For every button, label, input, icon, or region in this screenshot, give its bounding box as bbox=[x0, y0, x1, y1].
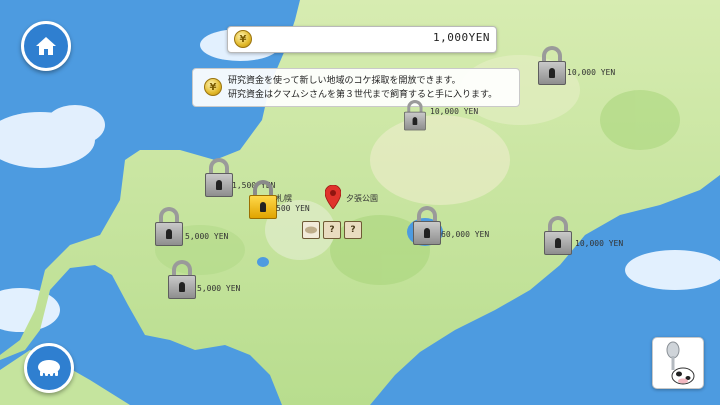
coin-icon: ¥ bbox=[204, 78, 222, 96]
home-button[interactable] bbox=[21, 21, 71, 71]
region-lock-3[interactable] bbox=[205, 158, 233, 198]
cow-spoon-icon bbox=[666, 341, 695, 385]
region-price-5: 5,000 YEN bbox=[185, 232, 229, 241]
region-price-6: 5,000 YEN bbox=[197, 284, 241, 293]
tardigrade-icon bbox=[305, 226, 317, 234]
slot-unknown-2[interactable]: ? bbox=[344, 221, 362, 239]
current-location-label: 夕張公園 bbox=[346, 194, 378, 203]
region-lock-6[interactable] bbox=[168, 260, 196, 300]
tardigrade-button[interactable] bbox=[24, 343, 74, 393]
region-lock-2[interactable] bbox=[404, 100, 426, 131]
region-price-2: 10,000 YEN bbox=[430, 107, 479, 116]
region-price-1: 10,000 YEN bbox=[567, 68, 616, 77]
region-lock-8[interactable] bbox=[544, 216, 572, 256]
slot-collected[interactable] bbox=[302, 221, 320, 239]
region-lock-7[interactable] bbox=[413, 206, 441, 246]
region-lock-4[interactable] bbox=[249, 180, 277, 220]
info-line-1: 研究資金を使って新しい地域のコケ採取を開放できます。 bbox=[228, 76, 461, 86]
info-line-2: 研究資金はクマムシさんを第３世代まで飼育すると手に入ります。 bbox=[228, 90, 498, 100]
cow-spoon-button[interactable] bbox=[652, 337, 704, 389]
map-pin-icon[interactable] bbox=[325, 185, 341, 209]
home-icon bbox=[36, 37, 56, 55]
slot-unknown-1[interactable]: ? bbox=[323, 221, 341, 239]
region-price-7: 60,000 YEN bbox=[441, 230, 490, 239]
info-message-box: ¥ 研究資金を使って新しい地域のコケ採取を開放できます。 研究資金はクマムシさん… bbox=[192, 68, 520, 107]
tardigrade-icon bbox=[38, 360, 60, 376]
region-lock-1[interactable] bbox=[538, 46, 566, 86]
city-label-sapporo: 札幌 bbox=[276, 194, 292, 203]
region-price-4: 500 YEN bbox=[276, 204, 310, 213]
region-price-8: 10,000 YEN bbox=[575, 239, 624, 248]
research-funds-value: 1,000YEN bbox=[433, 31, 490, 44]
research-funds-bar: ¥ 1,000YEN bbox=[227, 26, 497, 53]
region-lock-5[interactable] bbox=[155, 207, 183, 247]
coin-icon: ¥ bbox=[234, 30, 252, 48]
